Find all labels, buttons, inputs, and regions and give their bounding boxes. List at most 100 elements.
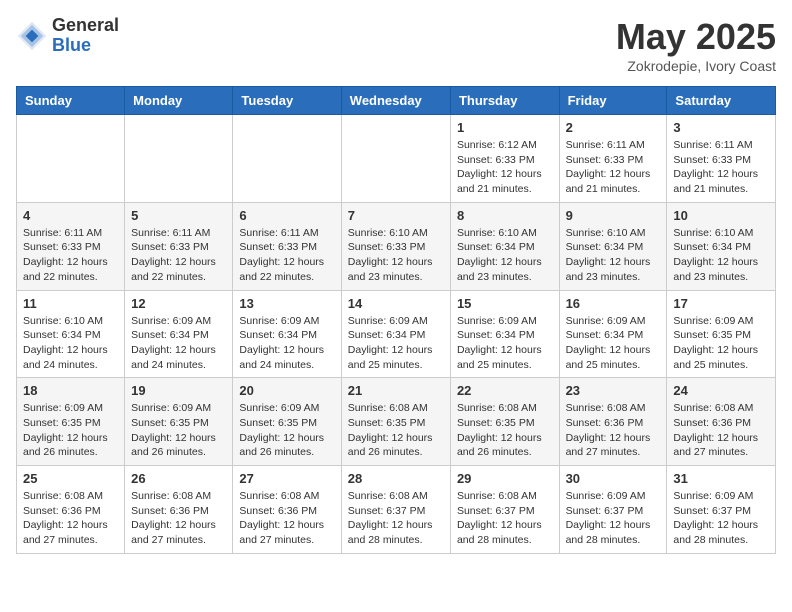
calendar-cell: 23Sunrise: 6:08 AM Sunset: 6:36 PM Dayli… [559, 378, 667, 466]
calendar-cell: 30Sunrise: 6:09 AM Sunset: 6:37 PM Dayli… [559, 466, 667, 554]
day-number: 27 [239, 471, 334, 486]
calendar-cell: 8Sunrise: 6:10 AM Sunset: 6:34 PM Daylig… [450, 202, 559, 290]
cell-content: Sunrise: 6:08 AM Sunset: 6:36 PM Dayligh… [23, 489, 118, 548]
cell-content: Sunrise: 6:09 AM Sunset: 6:34 PM Dayligh… [348, 314, 444, 373]
calendar-cell: 21 Sunrise: 6:08 AM Sunset: 6:35 PM Dayli… [341, 378, 450, 466]
logo: General Blue [16, 16, 119, 56]
cell-content: Sunrise: 6:11 AM Sunset: 6:33 PM Dayligh… [23, 226, 118, 285]
cell-content: Sunrise: 6:09 AM Sunset: 6:35 PM Dayligh… [239, 401, 334, 460]
cell-content: Sunrise: 6:11 AM Sunset: 6:33 PM Dayligh… [673, 138, 769, 197]
calendar-cell: 11 Sunrise: 6:10 AM Sunset: 6:34 PM Dayli… [17, 290, 125, 378]
day-number: 4 [23, 208, 118, 223]
cell-content: Sunrise: 6:10 AM Sunset: 6:33 PM Dayligh… [348, 226, 444, 285]
calendar-cell: 31 Sunrise: 6:09 AM Sunset: 6:37 PM Dayli… [667, 466, 776, 554]
title-area: May 2025 Zokrodepie, Ivory Coast [616, 16, 776, 74]
weekday-header-tuesday: Tuesday [233, 87, 341, 115]
logo-general: General [52, 16, 119, 36]
day-number: 1 [457, 120, 553, 135]
calendar-cell: 27Sunrise: 6:08 AM Sunset: 6:36 PM Dayli… [233, 466, 341, 554]
day-number: 14 [348, 296, 444, 311]
weekday-header-monday: Monday [125, 87, 233, 115]
calendar-cell: 28 Sunrise: 6:08 AM Sunset: 6:37 PM Dayli… [341, 466, 450, 554]
cell-content: Sunrise: 6:09 AM Sunset: 6:35 PM Dayligh… [23, 401, 118, 460]
day-number: 22 [457, 383, 553, 398]
day-number: 10 [673, 208, 769, 223]
page-header: General Blue May 2025 Zokrodepie, Ivory … [16, 16, 776, 74]
calendar-cell: 3 Sunrise: 6:11 AM Sunset: 6:33 PM Daylig… [667, 115, 776, 203]
day-number: 18 [23, 383, 118, 398]
day-number: 26 [131, 471, 226, 486]
cell-content: Sunrise: 6:09 AM Sunset: 6:34 PM Dayligh… [131, 314, 226, 373]
day-number: 11 [23, 296, 118, 311]
cell-content: Sunrise: 6:08 AM Sunset: 6:36 PM Dayligh… [673, 401, 769, 460]
calendar-cell: 25 Sunrise: 6:08 AM Sunset: 6:36 PM Dayli… [17, 466, 125, 554]
month-title: May 2025 [616, 16, 776, 58]
calendar-cell [17, 115, 125, 203]
calendar-cell: 22 Sunrise: 6:08 AM Sunset: 6:35 PM Dayli… [450, 378, 559, 466]
day-number: 16 [566, 296, 661, 311]
day-number: 20 [239, 383, 334, 398]
day-number: 2 [566, 120, 661, 135]
calendar-cell: 5 Sunrise: 6:11 AM Sunset: 6:33 PM Daylig… [125, 202, 233, 290]
day-number: 25 [23, 471, 118, 486]
week-row-2: 4 Sunrise: 6:11 AM Sunset: 6:33 PM Daylig… [17, 202, 776, 290]
calendar-cell: 29Sunrise: 6:08 AM Sunset: 6:37 PM Dayli… [450, 466, 559, 554]
calendar-cell: 15Sunrise: 6:09 AM Sunset: 6:34 PM Dayli… [450, 290, 559, 378]
cell-content: Sunrise: 6:11 AM Sunset: 6:33 PM Dayligh… [239, 226, 334, 285]
calendar-cell: 9Sunrise: 6:10 AM Sunset: 6:34 PM Daylig… [559, 202, 667, 290]
logo-blue: Blue [52, 36, 119, 56]
day-number: 17 [673, 296, 769, 311]
calendar-cell: 6 Sunrise: 6:11 AM Sunset: 6:33 PM Daylig… [233, 202, 341, 290]
day-number: 28 [348, 471, 444, 486]
calendar-cell: 26 Sunrise: 6:08 AM Sunset: 6:36 PM Dayli… [125, 466, 233, 554]
calendar-cell: 17 Sunrise: 6:09 AM Sunset: 6:35 PM Dayli… [667, 290, 776, 378]
cell-content: Sunrise: 6:08 AM Sunset: 6:36 PM Dayligh… [131, 489, 226, 548]
calendar-table: SundayMondayTuesdayWednesdayThursdayFrid… [16, 86, 776, 554]
cell-content: Sunrise: 6:09 AM Sunset: 6:34 PM Dayligh… [457, 314, 553, 373]
cell-content: Sunrise: 6:10 AM Sunset: 6:34 PM Dayligh… [673, 226, 769, 285]
cell-content: Sunrise: 6:11 AM Sunset: 6:33 PM Dayligh… [566, 138, 661, 197]
day-number: 31 [673, 471, 769, 486]
weekday-header-wednesday: Wednesday [341, 87, 450, 115]
calendar-cell: 12 Sunrise: 6:09 AM Sunset: 6:34 PM Dayli… [125, 290, 233, 378]
day-number: 6 [239, 208, 334, 223]
day-number: 3 [673, 120, 769, 135]
cell-content: Sunrise: 6:09 AM Sunset: 6:35 PM Dayligh… [673, 314, 769, 373]
weekday-header-saturday: Saturday [667, 87, 776, 115]
calendar-cell: 16 Sunrise: 6:09 AM Sunset: 6:34 PM Dayli… [559, 290, 667, 378]
day-number: 19 [131, 383, 226, 398]
cell-content: Sunrise: 6:10 AM Sunset: 6:34 PM Dayligh… [23, 314, 118, 373]
calendar-cell: 14 Sunrise: 6:09 AM Sunset: 6:34 PM Dayli… [341, 290, 450, 378]
calendar-cell: 10 Sunrise: 6:10 AM Sunset: 6:34 PM Dayli… [667, 202, 776, 290]
logo-icon [16, 20, 48, 52]
calendar-cell: 4 Sunrise: 6:11 AM Sunset: 6:33 PM Daylig… [17, 202, 125, 290]
calendar-cell: 19Sunrise: 6:09 AM Sunset: 6:35 PM Dayli… [125, 378, 233, 466]
cell-content: Sunrise: 6:08 AM Sunset: 6:35 PM Dayligh… [348, 401, 444, 460]
cell-content: Sunrise: 6:10 AM Sunset: 6:34 PM Dayligh… [457, 226, 553, 285]
day-number: 5 [131, 208, 226, 223]
cell-content: Sunrise: 6:08 AM Sunset: 6:36 PM Dayligh… [566, 401, 661, 460]
cell-content: Sunrise: 6:12 AM Sunset: 6:33 PM Dayligh… [457, 138, 553, 197]
day-number: 21 [348, 383, 444, 398]
logo-text: General Blue [52, 16, 119, 56]
location: Zokrodepie, Ivory Coast [616, 58, 776, 74]
calendar-cell: 20 Sunrise: 6:09 AM Sunset: 6:35 PM Dayli… [233, 378, 341, 466]
weekday-header-friday: Friday [559, 87, 667, 115]
cell-content: Sunrise: 6:08 AM Sunset: 6:37 PM Dayligh… [348, 489, 444, 548]
cell-content: Sunrise: 6:11 AM Sunset: 6:33 PM Dayligh… [131, 226, 226, 285]
day-number: 9 [566, 208, 661, 223]
cell-content: Sunrise: 6:08 AM Sunset: 6:35 PM Dayligh… [457, 401, 553, 460]
calendar-cell: 7 Sunrise: 6:10 AM Sunset: 6:33 PM Daylig… [341, 202, 450, 290]
cell-content: Sunrise: 6:09 AM Sunset: 6:37 PM Dayligh… [673, 489, 769, 548]
cell-content: Sunrise: 6:09 AM Sunset: 6:37 PM Dayligh… [566, 489, 661, 548]
day-number: 29 [457, 471, 553, 486]
cell-content: Sunrise: 6:09 AM Sunset: 6:34 PM Dayligh… [566, 314, 661, 373]
calendar-cell [233, 115, 341, 203]
day-number: 13 [239, 296, 334, 311]
calendar-cell: 13 Sunrise: 6:09 AM Sunset: 6:34 PM Dayli… [233, 290, 341, 378]
cell-content: Sunrise: 6:09 AM Sunset: 6:34 PM Dayligh… [239, 314, 334, 373]
day-number: 7 [348, 208, 444, 223]
calendar-cell [125, 115, 233, 203]
day-number: 12 [131, 296, 226, 311]
calendar-cell: 24Sunrise: 6:08 AM Sunset: 6:36 PM Dayli… [667, 378, 776, 466]
